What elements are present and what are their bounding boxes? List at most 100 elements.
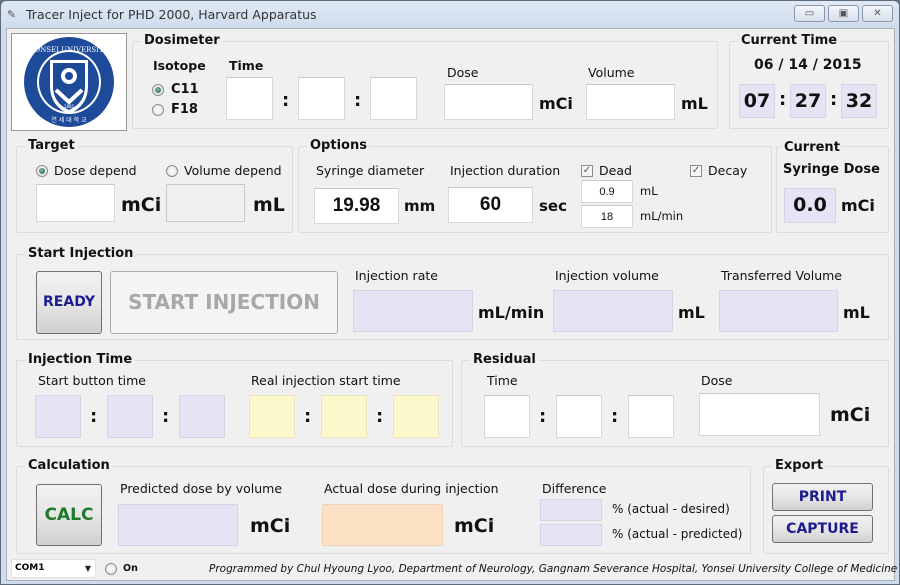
dose-depend-label: Dose depend (54, 163, 137, 178)
current-date: 06 / 14 / 2015 (754, 57, 862, 73)
dosimeter-dose-unit: mCi (539, 94, 573, 113)
capture-button[interactable]: CAPTURE (772, 515, 873, 543)
dosimeter-minute-input[interactable] (298, 77, 345, 120)
start-injection-button[interactable]: START INJECTION (110, 271, 338, 334)
real-start-time-label: Real injection start time (251, 373, 401, 388)
residual-second-input[interactable] (628, 395, 674, 438)
ready-button[interactable]: READY (36, 271, 102, 334)
predicted-dose-label: Predicted dose by volume (120, 481, 283, 496)
target-title: Target (25, 138, 78, 153)
real-start-second (393, 395, 439, 438)
target-dose-unit: mCi (121, 194, 162, 216)
diff-predicted-label: % (actual - predicted) (612, 527, 743, 541)
residual-hour-input[interactable] (484, 395, 530, 438)
maximize-button[interactable]: ▣ (828, 5, 859, 22)
yonsei-seal-icon: YONSEI UNIVERSITY 1885 연 세 대 학 교 (24, 37, 114, 127)
isotope-label: Isotope (153, 58, 206, 73)
dosimeter-second-input[interactable] (370, 77, 417, 120)
com-on-label: On (123, 563, 138, 574)
residual-minute-input[interactable] (556, 395, 602, 438)
start-button-time-label: Start button time (38, 373, 146, 388)
injection-rate-label: Injection rate (355, 268, 438, 283)
minimize-button[interactable]: ▭ (794, 5, 825, 22)
svg-text:연 세 대 학 교: 연 세 대 학 교 (51, 116, 87, 124)
syringe-dose-value: 0.0 (784, 188, 836, 223)
dead-checkbox[interactable]: ✓ (581, 165, 593, 177)
residual-dose-unit: mCi (830, 404, 871, 426)
syringe-diameter-unit: mm (404, 197, 436, 215)
dosimeter-volume-label: Volume (588, 65, 635, 80)
real-start-minute (321, 395, 367, 438)
syringe-dose-unit: mCi (841, 196, 875, 215)
start-injection-group: Start Injection READY START INJECTION In… (16, 246, 889, 340)
injection-duration-input[interactable] (448, 187, 533, 223)
target-volume-input[interactable] (166, 184, 245, 222)
print-button[interactable]: PRINT (772, 483, 873, 511)
calc-button[interactable]: CALC (36, 484, 102, 546)
time-separator: : (304, 406, 312, 427)
transferred-volume-unit: mL (843, 303, 870, 322)
actual-dose-unit: mCi (454, 515, 495, 537)
dosimeter-hour-input[interactable] (226, 77, 273, 120)
volume-depend-label: Volume depend (184, 163, 282, 178)
volume-depend-radio[interactable] (166, 165, 178, 177)
time-separator: : (90, 406, 98, 427)
dosimeter-dose-input[interactable] (444, 84, 533, 120)
export-title: Export (772, 458, 827, 473)
app-window: ✎ Tracer Inject for PHD 2000, Harvard Ap… (0, 0, 900, 585)
current-time-title: Current Time (738, 33, 841, 48)
diff-desired-field (540, 499, 602, 521)
injection-rate-field (353, 290, 473, 332)
start-injection-title: Start Injection (25, 246, 137, 261)
dosimeter-time-label: Time (229, 58, 264, 73)
time-separator: : (376, 406, 384, 427)
residual-dose-input[interactable] (699, 393, 820, 436)
title-bar[interactable]: ✎ Tracer Inject for PHD 2000, Harvard Ap… (1, 1, 899, 29)
real-start-hour (249, 395, 295, 438)
dead-volume-input[interactable] (581, 180, 633, 203)
difference-label: Difference (542, 481, 607, 496)
dead-volume-unit: mL (640, 184, 658, 198)
university-logo: YONSEI UNIVERSITY 1885 연 세 대 학 교 (11, 33, 127, 131)
injection-time-group: Injection Time Start button time : : Rea… (16, 352, 453, 447)
target-group: Target Dose depend Volume depend mCi mL (16, 138, 293, 233)
options-title: Options (307, 138, 370, 153)
target-dose-input[interactable] (36, 184, 115, 222)
diff-desired-label: % (actual - desired) (612, 502, 730, 516)
current-time-group: Current Time 06 / 14 / 2015 07 : 27 : 32 (729, 33, 889, 129)
syringe-dose-title-line1: Current (782, 140, 842, 155)
credit-text: Programmed by Chul Hyoung Lyoo, Departme… (209, 563, 900, 575)
start-button-hour (35, 395, 81, 438)
residual-title: Residual (470, 352, 539, 367)
window-title: Tracer Inject for PHD 2000, Harvard Appa… (26, 7, 317, 22)
dosimeter-volume-input[interactable] (586, 84, 675, 120)
dose-depend-radio[interactable] (36, 165, 48, 177)
syringe-diameter-input[interactable] (314, 188, 399, 224)
current-syringe-dose-group: Current Syringe Dose 0.0 mCi (776, 140, 889, 233)
injection-rate-unit: mL/min (478, 303, 545, 322)
time-separator: : (539, 406, 547, 427)
app-icon: ✎ (7, 8, 17, 21)
svg-text:1885: 1885 (64, 104, 75, 109)
time-separator: : (282, 90, 290, 111)
svg-text:YONSEI UNIVERSITY: YONSEI UNIVERSITY (29, 46, 109, 54)
chevron-down-icon[interactable]: ▼ (85, 560, 91, 577)
isotope-f18-radio[interactable] (152, 104, 164, 116)
client-area: YONSEI UNIVERSITY 1885 연 세 대 학 교 Dosimet… (6, 28, 900, 581)
calculation-group: Calculation CALC Predicted dose by volum… (16, 458, 751, 554)
dead-rate-input[interactable] (581, 205, 633, 228)
predicted-dose-unit: mCi (250, 515, 291, 537)
com-on-radio[interactable] (105, 563, 117, 575)
time-separator: : (354, 90, 362, 111)
actual-dose-label: Actual dose during injection (324, 481, 499, 496)
residual-group: Residual Time : : Dose mCi (461, 352, 889, 447)
isotope-c11-radio[interactable] (152, 84, 164, 96)
current-hour: 07 (739, 84, 775, 118)
transferred-volume-field (719, 290, 838, 332)
decay-checkbox[interactable]: ✓ (690, 165, 702, 177)
target-volume-unit: mL (253, 194, 285, 216)
injection-time-title: Injection Time (25, 352, 136, 367)
close-button[interactable]: ✕ (862, 5, 893, 22)
com-port-select[interactable]: COM1 ▼ (11, 559, 96, 578)
com-port-value: COM1 (15, 563, 45, 573)
